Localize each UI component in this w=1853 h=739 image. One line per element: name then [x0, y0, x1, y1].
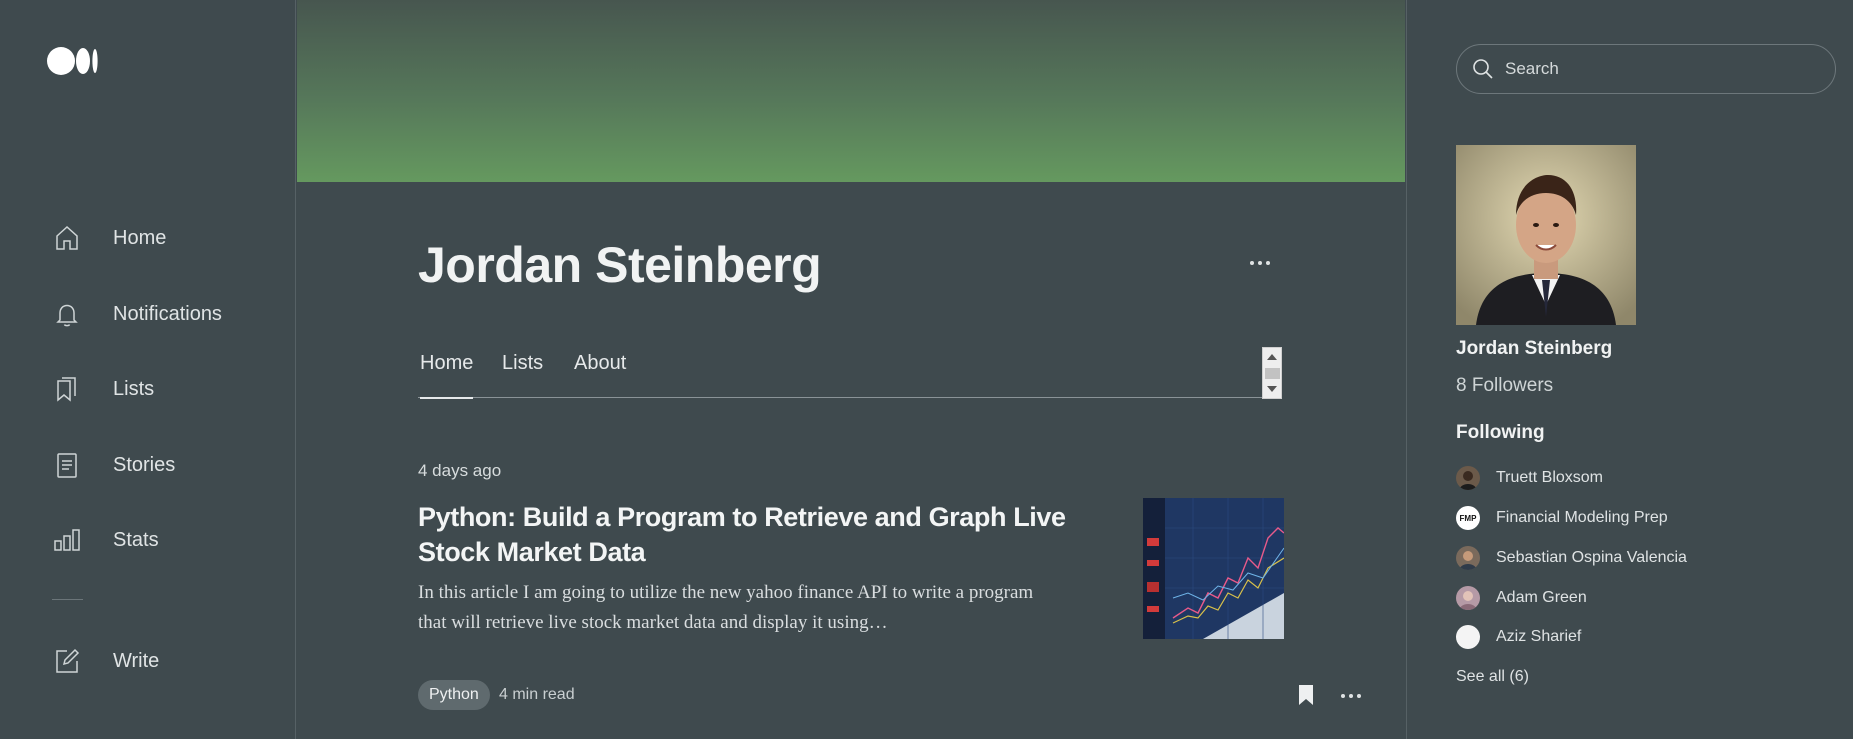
more-dots-icon	[1341, 694, 1345, 698]
nav-label-stats: Stats	[113, 528, 159, 551]
main-content: Jordan Steinberg Home Lists About 4 days…	[297, 0, 1405, 739]
nav-item-stats[interactable]: Stats	[52, 520, 159, 560]
left-sidebar: Home Notifications Lists Stories Stats W…	[0, 0, 296, 739]
nav-item-notifications[interactable]: Notifications	[52, 294, 222, 334]
article-thumbnail[interactable]	[1143, 498, 1284, 639]
avatar	[1456, 466, 1480, 490]
see-all-link[interactable]: See all (6)	[1456, 668, 1529, 686]
pencil-icon	[52, 646, 82, 676]
article-excerpt[interactable]: In this article I am going to utilize th…	[418, 578, 1058, 638]
nav-item-stories[interactable]: Stories	[52, 445, 175, 485]
tab-lists[interactable]: Lists	[502, 352, 543, 397]
following-item[interactable]: Truett Bloxsom	[1456, 465, 1603, 491]
nav-label-notifications: Notifications	[113, 302, 222, 325]
nav-label-write: Write	[113, 649, 160, 672]
bar-chart-icon	[52, 525, 82, 555]
nav-item-lists[interactable]: Lists	[52, 369, 154, 409]
following-item[interactable]: FMP Financial Modeling Prep	[1456, 505, 1668, 531]
bell-icon	[52, 299, 82, 329]
following-name: Aziz Sharief	[1496, 628, 1582, 645]
more-dots-icon	[1250, 261, 1254, 265]
article-tag[interactable]: Python	[418, 680, 490, 710]
following-name: Financial Modeling Prep	[1496, 509, 1668, 526]
following-name: Truett Bloxsom	[1496, 469, 1603, 486]
nav-item-write[interactable]: Write	[52, 641, 159, 681]
avatar	[1456, 586, 1480, 610]
following-name: Adam Green	[1496, 589, 1587, 606]
nav-label-home: Home	[113, 226, 167, 249]
medium-logo-icon[interactable]	[47, 47, 99, 75]
nav-label-stories: Stories	[113, 453, 176, 476]
scroll-up-arrow-icon[interactable]	[1267, 354, 1277, 360]
nav-divider	[52, 599, 83, 600]
article-date: 4 days ago	[418, 461, 502, 480]
following-item[interactable]: Adam Green	[1456, 585, 1587, 611]
profile-name: Jordan Steinberg	[418, 237, 822, 293]
home-icon	[52, 223, 82, 253]
profile-more-button[interactable]	[1250, 256, 1276, 270]
following-heading: Following	[1456, 422, 1545, 443]
follower-count[interactable]: 8 Followers	[1456, 375, 1553, 397]
tab-home[interactable]: Home	[420, 352, 474, 399]
nav-item-home[interactable]: Home	[52, 218, 166, 258]
document-icon	[52, 450, 82, 480]
avatar: FMP	[1456, 506, 1480, 530]
search-input[interactable]	[1505, 59, 1805, 79]
tab-about[interactable]: About	[574, 352, 626, 397]
following-item[interactable]: Aziz Sharief	[1456, 624, 1581, 650]
article-title[interactable]: Python: Build a Program to Retrieve and …	[418, 500, 1078, 570]
right-sidebar: Jordan Steinberg 8 Followers Following T…	[1406, 0, 1853, 739]
profile-avatar[interactable]	[1456, 145, 1636, 325]
sidebar-profile-name[interactable]: Jordan Steinberg	[1456, 338, 1612, 360]
article-more-button[interactable]	[1341, 694, 1361, 698]
tabs-scrollbar[interactable]	[1262, 347, 1282, 399]
nav-label-lists: Lists	[113, 377, 155, 400]
profile-tabs: Home Lists About	[418, 338, 1281, 399]
following-name: Sebastian Ospina Valencia	[1496, 549, 1687, 566]
following-item[interactable]: Sebastian Ospina Valencia	[1456, 545, 1687, 571]
bookmarks-icon	[52, 374, 82, 404]
article-read-time: 4 min read	[499, 686, 575, 703]
scroll-down-arrow-icon[interactable]	[1267, 386, 1277, 392]
bookmark-icon[interactable]	[1297, 684, 1315, 711]
scroll-thumb[interactable]	[1265, 368, 1280, 379]
avatar	[1456, 625, 1480, 649]
search-box[interactable]	[1456, 44, 1836, 94]
avatar	[1456, 546, 1480, 570]
profile-banner	[297, 0, 1405, 182]
search-icon	[1471, 57, 1495, 81]
svg-text:FMP: FMP	[1460, 514, 1478, 523]
